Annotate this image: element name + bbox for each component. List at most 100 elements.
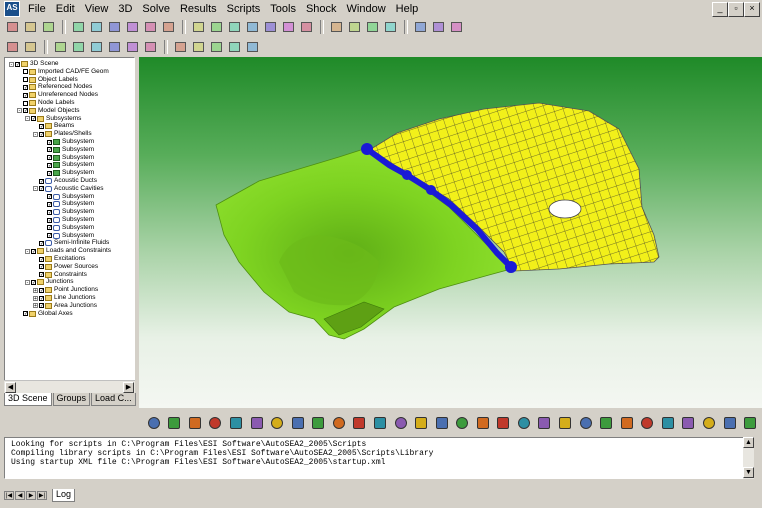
collapse-icon[interactable]: - — [25, 248, 30, 254]
visibility-checkbox[interactable]: ✓ — [39, 264, 44, 270]
scroll-down-icon[interactable]: ▼ — [743, 467, 754, 478]
box-icon[interactable] — [310, 414, 328, 432]
collapse-icon[interactable]: - — [9, 61, 14, 67]
expand-icon[interactable]: + — [33, 295, 38, 301]
beam-icon[interactable] — [145, 414, 163, 432]
dome-icon[interactable] — [268, 414, 286, 432]
graph-icon[interactable] — [382, 20, 398, 35]
visibility-checkbox[interactable]: ✓ — [23, 92, 28, 98]
visibility-checkbox[interactable]: ✓ — [47, 194, 52, 200]
half-dome-icon[interactable] — [330, 414, 348, 432]
rotate-icon[interactable] — [52, 39, 68, 54]
expand-icon[interactable]: + — [33, 287, 38, 293]
cylinder-icon[interactable] — [248, 414, 266, 432]
tree-item[interactable]: - ✓ Plates/Shells — [33, 130, 92, 138]
fit-icon[interactable] — [142, 39, 158, 54]
grid-icon[interactable] — [280, 20, 296, 35]
tree-item[interactable]: - ✓ Model Objects — [17, 107, 80, 115]
tree-item[interactable]: ✓ Subsystem — [41, 193, 94, 201]
tree-item[interactable]: ✓ Power Sources — [33, 263, 98, 271]
first-tab-icon[interactable]: |◀ — [4, 490, 14, 500]
curved-plate-icon[interactable] — [227, 414, 245, 432]
table-icon[interactable] — [346, 20, 362, 35]
pointer-icon[interactable] — [22, 39, 38, 54]
last-tab-icon[interactable]: ▶| — [37, 490, 47, 500]
expand-icon[interactable]: + — [33, 303, 38, 309]
collapse-icon[interactable]: - — [17, 108, 22, 114]
visibility-checkbox[interactable]: ✓ — [39, 287, 44, 293]
tree-item[interactable]: ✓ Beams — [33, 122, 74, 130]
tube-icon[interactable] — [289, 414, 307, 432]
collapse-icon[interactable]: - — [25, 116, 30, 122]
area-junction-icon[interactable] — [597, 414, 615, 432]
grid-icon[interactable] — [262, 20, 278, 35]
tree-item[interactable]: + ✓ Point Junctions — [33, 286, 98, 294]
tree-item[interactable]: ✓ Subsystem — [41, 169, 94, 177]
hand-icon[interactable] — [371, 414, 389, 432]
visibility-checkbox[interactable]: ✓ — [23, 108, 28, 114]
grid-surface-icon[interactable] — [659, 414, 677, 432]
tree-item[interactable]: Object Labels — [17, 76, 78, 84]
visibility-checkbox[interactable]: ✓ — [47, 225, 52, 231]
open-icon[interactable] — [22, 20, 38, 35]
layer-icon[interactable] — [680, 414, 698, 432]
list-icon[interactable] — [190, 20, 206, 35]
visibility-checkbox[interactable]: ✓ — [47, 201, 52, 207]
visibility-checkbox[interactable]: ✓ — [39, 295, 44, 301]
copy-icon[interactable] — [88, 20, 104, 35]
menu-view[interactable]: View — [80, 1, 114, 17]
save-icon[interactable] — [40, 20, 56, 35]
help-icon[interactable] — [448, 20, 464, 35]
flag-icon[interactable] — [515, 414, 533, 432]
menu-tools[interactable]: Tools — [265, 1, 301, 17]
print-icon[interactable] — [70, 20, 86, 35]
tree-item[interactable]: - ✓ Subsystems — [25, 115, 81, 123]
zoom-in-icon[interactable] — [106, 39, 122, 54]
grid-icon[interactable] — [208, 20, 224, 35]
tab-load-cases[interactable]: Load C... — [91, 393, 136, 406]
undo-icon[interactable] — [142, 20, 158, 35]
cable-icon[interactable] — [453, 414, 471, 432]
visibility-checkbox[interactable] — [23, 100, 28, 106]
3d-viewport[interactable] — [139, 57, 762, 408]
visibility-checkbox[interactable]: ✓ — [39, 131, 44, 137]
line-junction-icon[interactable] — [577, 414, 595, 432]
tree-item[interactable]: - ✓ Loads and Constraints — [25, 247, 111, 255]
plate-icon[interactable] — [207, 414, 225, 432]
visibility-checkbox[interactable]: ✓ — [39, 256, 44, 262]
minimize-button[interactable]: _ — [712, 2, 728, 17]
visibility-checkbox[interactable]: ✓ — [47, 139, 52, 145]
tree-icon[interactable] — [226, 39, 242, 54]
tree-item[interactable]: ✓ Referenced Nodes — [17, 83, 92, 91]
pan-icon[interactable] — [70, 39, 86, 54]
surface-icon[interactable] — [639, 414, 657, 432]
wave-icon[interactable] — [618, 414, 636, 432]
tree-item[interactable]: ✓ Subsystem — [41, 146, 94, 154]
scroll-right-icon[interactable]: ▶ — [123, 382, 134, 393]
area-icon[interactable] — [556, 414, 574, 432]
tab-groups[interactable]: Groups — [52, 393, 91, 406]
redo-icon[interactable] — [160, 20, 176, 35]
menu-edit[interactable]: Edit — [51, 1, 80, 17]
tree-item[interactable]: ✓ Subsystem — [41, 224, 94, 232]
tree-item[interactable]: Node Labels — [17, 99, 75, 107]
cut-icon[interactable] — [124, 20, 140, 35]
collapse-icon[interactable]: - — [25, 279, 30, 285]
tab-3d-scene[interactable]: 3D Scene — [4, 393, 52, 406]
visibility-checkbox[interactable]: ✓ — [47, 233, 52, 239]
menu-3d[interactable]: 3D — [113, 1, 137, 17]
tree-item[interactable]: - ✓ 3D Scene — [9, 60, 59, 68]
menu-file[interactable]: File — [23, 1, 51, 17]
hand-point-icon[interactable] — [495, 414, 513, 432]
grid-icon[interactable] — [244, 20, 260, 35]
camera-icon[interactable] — [190, 39, 206, 54]
visibility-checkbox[interactable]: ✓ — [31, 116, 36, 122]
visibility-checkbox[interactable]: ✓ — [39, 303, 44, 309]
visibility-checkbox[interactable]: ✓ — [47, 162, 52, 168]
tree-item[interactable]: Imported CAD/FE Geom — [17, 68, 109, 76]
point-icon[interactable] — [474, 414, 492, 432]
move-icon[interactable] — [88, 39, 104, 54]
menu-shock[interactable]: Shock — [301, 1, 342, 17]
run-icon[interactable] — [412, 20, 428, 35]
visibility-checkbox[interactable]: ✓ — [31, 279, 36, 285]
